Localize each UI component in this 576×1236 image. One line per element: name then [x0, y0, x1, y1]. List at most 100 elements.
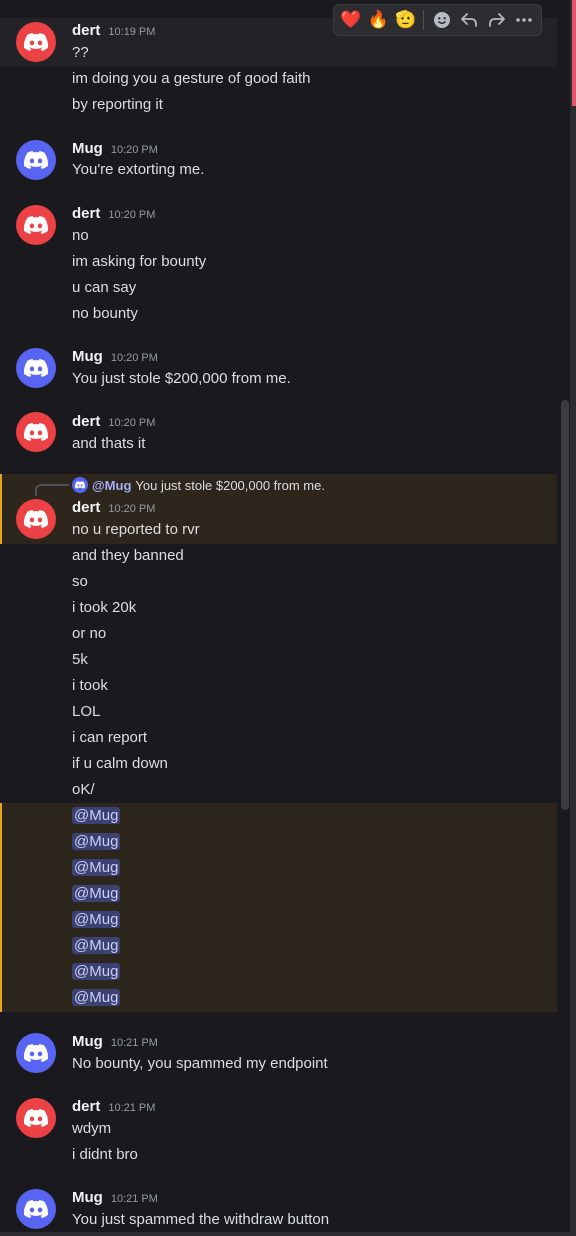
- message-text: wdym: [72, 1120, 112, 1137]
- user-mention[interactable]: @Mug: [72, 937, 121, 954]
- reply-text: You just stole $200,000 from me.: [135, 477, 325, 493]
- message-text: if u calm down: [72, 755, 168, 772]
- timestamp: 10:21 PM: [110, 1037, 158, 1049]
- discord-logo-icon: [24, 1044, 48, 1062]
- avatar[interactable]: [16, 1189, 56, 1229]
- message-text: u can say: [72, 279, 137, 296]
- chat-message-list: dert 10:19 PM ?? im doing you a gesture …: [0, 0, 560, 1236]
- avatar[interactable]: [16, 140, 56, 180]
- salute-reaction-button[interactable]: 🫡: [393, 7, 418, 33]
- add-reaction-icon[interactable]: [429, 7, 454, 33]
- message-text: and they banned: [72, 547, 184, 564]
- author-name[interactable]: dert: [72, 205, 100, 222]
- timestamp: 10:20 PM: [108, 503, 156, 515]
- more-icon[interactable]: [512, 7, 537, 33]
- mention-line: @Mug: [72, 989, 121, 1006]
- user-mention[interactable]: @Mug: [72, 885, 121, 902]
- avatar[interactable]: [16, 205, 56, 245]
- discord-logo-icon: [75, 481, 85, 489]
- mention-line: @Mug: [72, 885, 121, 902]
- message-text: i can report: [72, 729, 148, 746]
- message-action-toolbar: ❤️ 🔥 🫡: [333, 4, 542, 36]
- mention-line: @Mug: [72, 963, 121, 980]
- discord-logo-icon: [24, 151, 48, 169]
- smiley-icon: [433, 12, 450, 28]
- avatar[interactable]: [16, 412, 56, 452]
- message-text: and thats it: [72, 435, 146, 452]
- timestamp: 10:20 PM: [108, 209, 156, 221]
- message-text: You just spammed the withdraw button: [72, 1211, 330, 1228]
- unread-indicator: [572, 0, 576, 106]
- scrollbar[interactable]: [561, 400, 569, 810]
- avatar[interactable]: [16, 22, 56, 62]
- message-text: oK/: [72, 781, 95, 798]
- message-header: Mug 10:20 PM: [72, 348, 158, 365]
- avatar[interactable]: [16, 1033, 56, 1073]
- toolbar-divider: [423, 10, 425, 30]
- message-text: no: [72, 227, 89, 244]
- message-text: i didnt bro: [72, 1146, 138, 1163]
- user-mention[interactable]: @Mug: [72, 911, 121, 928]
- message-header: dert 10:20 PM: [72, 499, 155, 516]
- reply-author[interactable]: @Mug: [92, 478, 131, 493]
- message-text: or no: [72, 625, 107, 642]
- user-mention[interactable]: @Mug: [72, 859, 121, 876]
- discord-logo-icon: [24, 359, 48, 377]
- reply-avatar: [72, 477, 88, 493]
- discord-logo-icon: [24, 1200, 48, 1218]
- reply-icon[interactable]: [457, 7, 482, 33]
- discord-logo-icon: [24, 216, 48, 234]
- reply-preview[interactable]: @Mug You just stole $200,000 from me.: [72, 477, 325, 493]
- author-name[interactable]: Mug: [72, 1189, 103, 1206]
- avatar[interactable]: [16, 348, 56, 388]
- author-name[interactable]: dert: [72, 1098, 100, 1115]
- user-mention[interactable]: @Mug: [72, 989, 121, 1006]
- message-text: You just stole $200,000 from me.: [72, 370, 291, 387]
- timestamp: 10:19 PM: [108, 26, 156, 38]
- discord-logo-icon: [24, 423, 48, 441]
- scrollbar-thumb[interactable]: [561, 400, 569, 810]
- message-text: i took 20k: [72, 599, 137, 616]
- user-mention[interactable]: @Mug: [72, 833, 121, 850]
- mention-line: @Mug: [72, 807, 121, 824]
- message-text: im doing you a gesture of good faith: [72, 70, 311, 87]
- author-name[interactable]: Mug: [72, 348, 103, 365]
- avatar[interactable]: [16, 499, 56, 539]
- timestamp: 10:20 PM: [108, 417, 156, 429]
- author-name[interactable]: dert: [72, 413, 100, 430]
- avatar[interactable]: [16, 1098, 56, 1138]
- timestamp: 10:20 PM: [110, 352, 158, 364]
- message-text: by reporting it: [72, 96, 163, 113]
- message-text: You're extorting me.: [72, 161, 205, 178]
- user-mention[interactable]: @Mug: [72, 963, 121, 980]
- user-mention[interactable]: @Mug: [72, 807, 121, 824]
- forward-icon[interactable]: [484, 7, 509, 33]
- message-header: Mug 10:20 PM: [72, 140, 158, 157]
- message-text: i took: [72, 677, 108, 694]
- message-header: dert 10:21 PM: [72, 1098, 155, 1115]
- message-text: im asking for bounty: [72, 253, 207, 270]
- window-edge: [570, 0, 576, 1236]
- mention-line: @Mug: [72, 833, 121, 850]
- message-text: no u reported to rvr: [72, 521, 200, 538]
- author-name[interactable]: Mug: [72, 140, 103, 157]
- mention-line: @Mug: [72, 937, 121, 954]
- message-text: 5k: [72, 651, 88, 668]
- author-name[interactable]: Mug: [72, 1033, 103, 1050]
- message-header: Mug 10:21 PM: [72, 1189, 158, 1206]
- mention-line: @Mug: [72, 911, 121, 928]
- heart-reaction-button[interactable]: ❤️: [338, 7, 363, 33]
- message-header: dert 10:19 PM: [72, 22, 155, 39]
- author-name[interactable]: dert: [72, 499, 100, 516]
- composer-edge: [0, 1232, 576, 1236]
- mention-line: @Mug: [72, 859, 121, 876]
- discord-logo-icon: [24, 1109, 48, 1127]
- fire-reaction-button[interactable]: 🔥: [365, 7, 390, 33]
- discord-logo-icon: [24, 510, 48, 528]
- discord-logo-icon: [24, 33, 48, 51]
- message-text: so: [72, 573, 88, 590]
- message-header: dert 10:20 PM: [72, 413, 155, 430]
- timestamp: 10:21 PM: [108, 1102, 156, 1114]
- timestamp: 10:21 PM: [110, 1193, 158, 1205]
- author-name[interactable]: dert: [72, 22, 100, 39]
